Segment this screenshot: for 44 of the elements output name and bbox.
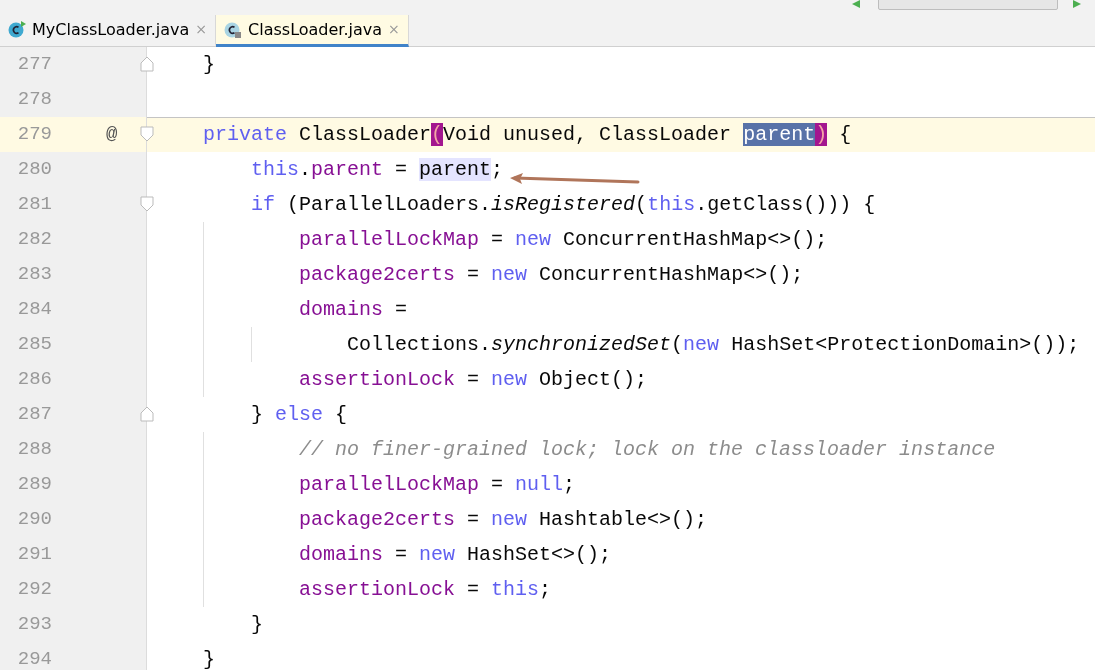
line-number: 279	[16, 122, 52, 148]
line-number: 281	[16, 192, 52, 218]
line-number: 294	[16, 647, 52, 670]
run-configuration-dropdown[interactable]	[878, 0, 1058, 10]
code-line: }	[202, 51, 215, 78]
line-number: 291	[16, 542, 52, 568]
run-icon[interactable]	[1073, 0, 1081, 8]
line-number: 289	[16, 472, 52, 498]
override-marker[interactable]: @	[106, 120, 118, 149]
code-line: domains = new HashSet<>();	[298, 541, 612, 568]
code-line: if (ParallelLoaders.isRegistered(this.getClass())) {	[250, 191, 876, 218]
code-line: parallelLockMap = null;	[298, 471, 576, 498]
code-line: domains =	[298, 296, 408, 323]
line-number: 290	[16, 507, 52, 533]
line-number: 293	[16, 612, 52, 638]
back-arrow-icon[interactable]	[852, 0, 860, 8]
line-number: 288	[16, 437, 52, 463]
fold-marker-icon[interactable]	[140, 126, 154, 142]
code-line: parallelLockMap = new ConcurrentHashMap<>();	[298, 226, 828, 253]
code-line: Collections.synchronizedSet(new HashSet<ProtectionDomain>());	[346, 331, 1080, 358]
line-number: 287	[16, 402, 52, 428]
fold-marker-icon[interactable]	[140, 406, 154, 422]
line-number: 292	[16, 577, 52, 603]
fold-marker-icon[interactable]	[140, 196, 154, 212]
line-number: 278	[16, 87, 52, 113]
line-number: 283	[16, 262, 52, 288]
code-line: // no finer-grained lock; lock on the classloader instance	[298, 436, 996, 463]
code-line: package2certs = new Hashtable<>();	[298, 506, 708, 533]
code-line: package2certs = new ConcurrentHashMap<>();	[298, 261, 804, 288]
fold-marker-icon[interactable]	[140, 56, 154, 72]
line-number: 277	[16, 52, 52, 78]
line-number: 282	[16, 227, 52, 253]
code-line: assertionLock = this;	[298, 576, 552, 603]
code-line: this.parent = parent;	[250, 156, 504, 183]
code-line: private ClassLoader(Void unused, ClassLoader parent) {	[202, 121, 852, 148]
code-line: assertionLock = new Object();	[298, 366, 648, 393]
line-number: 284	[16, 297, 52, 323]
file-tab[interactable]: ClassLoader.java ×	[216, 15, 409, 47]
code-line: }	[202, 646, 215, 670]
code-line: }	[250, 611, 264, 638]
line-number: 286	[16, 367, 52, 393]
line-number: 280	[16, 157, 52, 183]
line-number: 285	[16, 332, 52, 358]
code-line: } else {	[250, 401, 348, 428]
